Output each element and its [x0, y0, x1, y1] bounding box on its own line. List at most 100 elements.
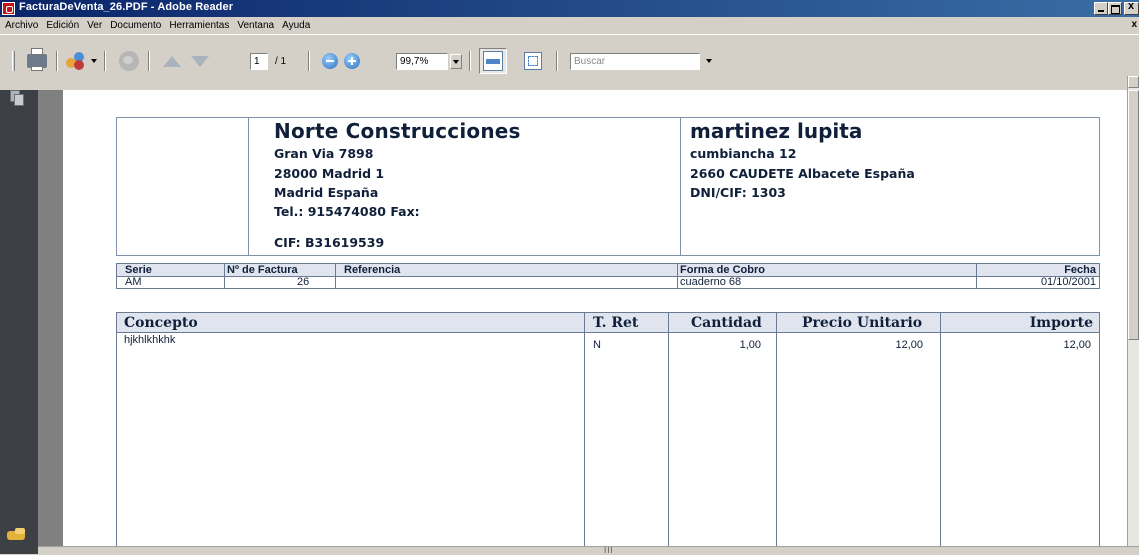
meta-label-numero: Nº de Factura — [227, 264, 298, 276]
company-phone: Tel.: 915474080 Fax: — [274, 204, 420, 219]
line-importe: 12,00 — [1063, 339, 1091, 351]
divider — [680, 118, 681, 255]
fit-width-button[interactable] — [521, 49, 545, 73]
chevron-down-icon[interactable] — [91, 59, 97, 63]
arrow-down-icon — [191, 55, 209, 67]
invoice-header-box — [116, 117, 1100, 256]
toolbar-separator — [469, 51, 471, 71]
close-document-button[interactable]: x — [1131, 19, 1137, 30]
divider — [335, 264, 336, 288]
hand-icon — [119, 51, 139, 71]
invoice-meta-table: Serie Nº de Factura Referencia Forma de … — [116, 263, 1100, 289]
search-input[interactable]: Buscar — [570, 53, 700, 70]
close-button[interactable] — [1124, 0, 1139, 15]
client-dni: DNI/CIF: 1303 — [690, 185, 786, 200]
column-header-precio-unitario: Precio Unitario — [802, 315, 923, 331]
meta-value-fecha: 01/10/2001 — [1040, 276, 1096, 288]
divider — [776, 313, 777, 553]
menu-bar: Archivo Edición Ver Documento Herramient… — [0, 17, 1139, 34]
window-title: FacturaDeVenta_26.PDF - Adobe Reader — [19, 1, 234, 13]
signatures-panel-icon[interactable] — [7, 528, 29, 542]
meta-label-fecha: Fecha — [1064, 264, 1096, 276]
zoom-in-button[interactable] — [340, 49, 364, 73]
scrollbar-grip[interactable]: III — [604, 547, 614, 555]
fit-width-icon — [524, 52, 542, 70]
divider — [584, 313, 585, 553]
menu-archivo[interactable]: Archivo — [0, 17, 42, 34]
meta-label-serie: Serie — [125, 264, 152, 276]
company-name: Norte Construcciones — [274, 119, 521, 143]
collaborate-button[interactable] — [64, 49, 88, 73]
minimize-button[interactable] — [1094, 2, 1108, 15]
navigation-pane — [0, 90, 38, 554]
menu-ver[interactable]: Ver — [83, 17, 106, 34]
client-city: 2660 CAUDETE Albacete España — [690, 166, 915, 181]
toolbar-separator — [104, 51, 106, 71]
zoom-out-icon — [322, 53, 338, 69]
column-header-concepto: Concepto — [124, 315, 198, 331]
page-total-label: / 1 — [275, 56, 287, 67]
meta-value-serie: AM — [125, 276, 142, 288]
divider — [976, 264, 977, 288]
hand-tool-button[interactable] — [117, 49, 141, 73]
page-number-input[interactable]: 1 — [250, 53, 268, 70]
pages-panel-icon[interactable] — [10, 90, 26, 108]
company-address: Gran Via 7898 — [274, 146, 374, 161]
column-header-importe: Importe — [1029, 315, 1093, 331]
divider — [668, 313, 669, 553]
search-options-chevron-icon[interactable] — [706, 59, 712, 63]
fit-page-icon — [483, 51, 503, 71]
zoom-in-icon — [344, 53, 360, 69]
menu-edicion[interactable]: Edición — [42, 17, 83, 34]
invoice-lines-table: Concepto T. Ret Cantidad Precio Unitario… — [116, 312, 1100, 553]
arrow-up-icon — [163, 55, 181, 67]
toolbar-separator — [308, 51, 310, 71]
divider — [677, 264, 678, 288]
divider — [248, 118, 249, 255]
fit-page-icon-holder — [481, 49, 505, 73]
menu-documento[interactable]: Documento — [106, 17, 165, 34]
meta-value-forma-cobro: cuaderno 68 — [680, 276, 742, 288]
menu-ayuda[interactable]: Ayuda — [278, 17, 314, 34]
horizontal-scrollbar[interactable]: III — [38, 546, 1139, 555]
menu-herramientas[interactable]: Herramientas — [165, 17, 233, 34]
vertical-scrollbar[interactable] — [1127, 76, 1139, 546]
scroll-thumb[interactable] — [1128, 90, 1139, 340]
line-concepto: hjkhlkhkhk — [124, 334, 176, 346]
line-precio-unitario: 12,00 — [895, 339, 923, 351]
scroll-up-button[interactable] — [1128, 76, 1139, 88]
company-city: 28000 Madrid 1 — [274, 166, 385, 181]
column-header-t-ret: T. Ret — [593, 315, 639, 331]
collaborate-icon — [66, 52, 86, 70]
company-cif: CIF: B31619539 — [274, 235, 385, 250]
print-button[interactable] — [25, 48, 49, 73]
meta-label-referencia: Referencia — [344, 264, 401, 276]
title-bar: FacturaDeVenta_26.PDF - Adobe Reader — [0, 0, 1139, 17]
line-t-ret: N — [593, 339, 601, 351]
previous-page-button[interactable] — [160, 49, 184, 73]
adobe-reader-icon — [2, 2, 15, 15]
toolbar: 1 / 1 99,7% Buscar — [0, 34, 1139, 90]
zoom-out-button[interactable] — [318, 49, 342, 73]
line-cantidad: 1,00 — [739, 339, 761, 351]
zoom-level-field[interactable]: 99,7% — [396, 53, 448, 70]
toolbar-grip[interactable] — [12, 51, 15, 71]
zoom-dropdown-button[interactable] — [450, 54, 462, 69]
toolbar-separator — [556, 51, 558, 71]
meta-label-forma-cobro: Forma de Cobro — [680, 264, 765, 276]
next-page-button[interactable] — [188, 49, 212, 73]
column-header-cantidad: Cantidad — [691, 315, 762, 331]
toolbar-separator — [148, 51, 150, 71]
meta-value-numero: 26 — [297, 276, 310, 288]
client-name: martinez lupita — [690, 119, 863, 143]
company-region: Madrid España — [274, 185, 379, 200]
menu-ventana[interactable]: Ventana — [233, 17, 278, 34]
maximize-button[interactable] — [1108, 2, 1122, 15]
printer-icon — [27, 48, 47, 71]
client-address: cumbiancha 12 — [690, 146, 797, 161]
divider — [224, 264, 225, 288]
toolbar-separator — [56, 51, 58, 71]
pdf-page: Norte Construcciones Gran Via 7898 28000… — [63, 90, 1127, 553]
document-area[interactable]: Norte Construcciones Gran Via 7898 28000… — [38, 90, 1127, 553]
divider — [940, 313, 941, 553]
